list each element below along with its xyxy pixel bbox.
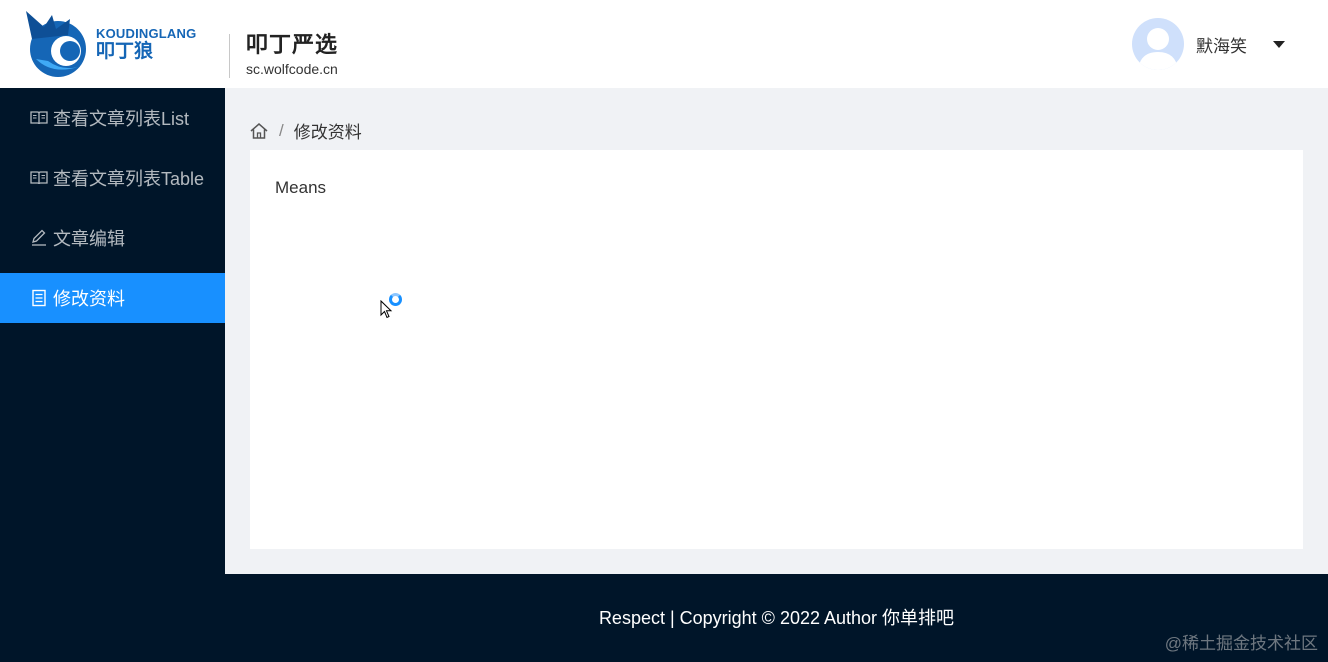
brand: 叩丁严选 sc.wolfcode.cn bbox=[246, 30, 338, 78]
sidebar-item-edit-profile[interactable]: 修改资料 bbox=[0, 273, 225, 323]
sidebar-item-article-table[interactable]: 查看文章列表Table bbox=[0, 153, 225, 203]
breadcrumb: / 修改资料 bbox=[249, 118, 362, 143]
watermark: @稀土掘金技术社区 bbox=[1164, 634, 1318, 653]
book-icon bbox=[30, 109, 48, 127]
chevron-down-icon[interactable] bbox=[1273, 40, 1285, 48]
sidebar-item-article-list[interactable]: 查看文章列表List bbox=[0, 93, 225, 143]
header-divider bbox=[229, 34, 230, 78]
book-icon bbox=[30, 169, 48, 187]
footer-copyright: Respect | Copyright © 2022 Author 你单排吧 bbox=[598, 607, 955, 628]
user-menu[interactable]: 默海笑 bbox=[1132, 18, 1285, 70]
sidebar: 查看文章列表List 查看文章列表Table 文章编辑 修改资料 bbox=[0, 88, 225, 574]
breadcrumb-current: 修改资料 bbox=[293, 123, 362, 142]
avatar[interactable] bbox=[1132, 18, 1184, 70]
sidebar-item-label: 修改资料 bbox=[53, 289, 125, 309]
app-root: KOUDINGLANG 叩丁狼 叩丁严选 sc.wolfcode.cn 默海笑 bbox=[0, 0, 1328, 662]
wolf-logo-icon bbox=[26, 11, 86, 77]
content-card: Means bbox=[250, 150, 1303, 549]
mouse-cursor-icon bbox=[380, 300, 393, 319]
brand-title: 叩丁严选 bbox=[246, 32, 339, 57]
home-icon[interactable] bbox=[249, 121, 269, 141]
sidebar-item-label: 文章编辑 bbox=[53, 229, 125, 249]
card-text: Means bbox=[275, 178, 327, 197]
top-header: KOUDINGLANG 叩丁狼 叩丁严选 sc.wolfcode.cn 默海笑 bbox=[0, 0, 1328, 88]
document-icon bbox=[30, 289, 48, 307]
sidebar-item-article-edit[interactable]: 文章编辑 bbox=[0, 213, 225, 263]
footer: Respect | Copyright © 2022 Author 你单排吧 bbox=[225, 574, 1328, 662]
logo[interactable]: KOUDINGLANG 叩丁狼 bbox=[22, 8, 218, 80]
user-avatar-icon bbox=[1138, 28, 1178, 70]
brand-subtitle: sc.wolfcode.cn bbox=[246, 61, 338, 77]
user-name[interactable]: 默海笑 bbox=[1196, 32, 1247, 57]
main-content: / 修改资料 Means bbox=[225, 88, 1328, 574]
sidebar-item-label: 查看文章列表Table bbox=[53, 169, 205, 189]
logo-chinese-text: 叩丁狼 bbox=[96, 40, 154, 62]
sidebar-item-label: 查看文章列表List bbox=[53, 109, 190, 129]
breadcrumb-separator: / bbox=[279, 120, 284, 140]
edit-icon bbox=[30, 229, 48, 247]
logo-english-text: KOUDINGLANG bbox=[96, 25, 197, 41]
